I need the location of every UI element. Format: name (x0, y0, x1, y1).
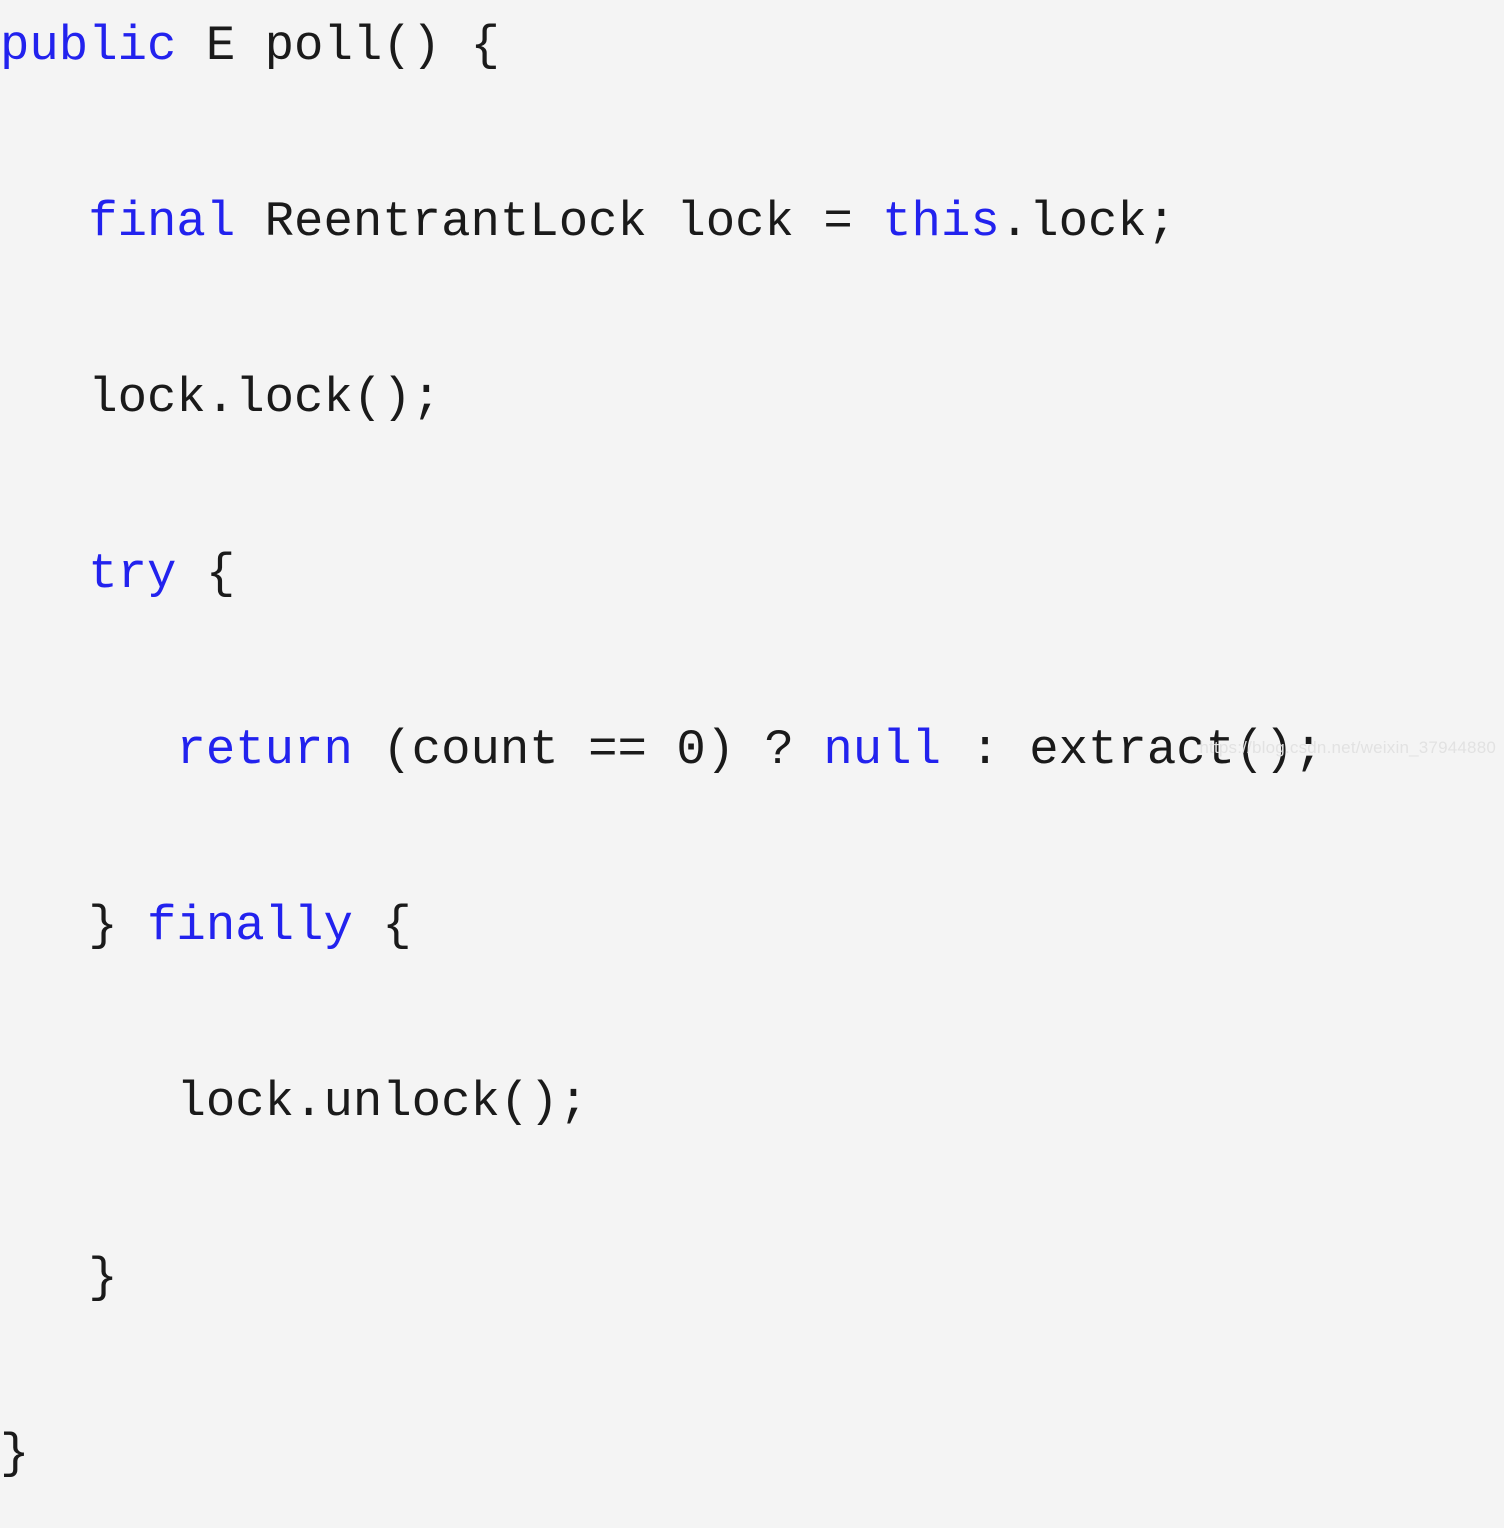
code-keyword-token: finally (147, 898, 353, 954)
code-plain-token: { (176, 546, 236, 602)
code-keyword-token: null (823, 722, 941, 778)
code-block: public E poll() { final ReentrantLock lo… (0, 0, 1323, 1528)
code-plain-token: lock.lock(); (88, 370, 442, 426)
code-line: final ReentrantLock lock = this.lock; (0, 178, 1323, 266)
code-screenshot-figure: public E poll() { final ReentrantLock lo… (0, 0, 1504, 1482)
code-line: lock.lock(); (0, 354, 1323, 442)
code-plain-token: } (88, 1250, 118, 1306)
code-line: public E poll() { (0, 2, 1323, 90)
code-line: try { (0, 530, 1323, 618)
code-keyword-token: return (176, 722, 353, 778)
watermark-text: https://blog.csdn.net/weixin_37944880 (1199, 738, 1496, 757)
code-plain-token: E poll() { (176, 18, 500, 74)
code-line: } (0, 1410, 1323, 1498)
code-plain-token: lock.unlock(); (176, 1074, 589, 1130)
code-plain-token: { (352, 898, 412, 954)
code-keyword-token: final (88, 194, 236, 250)
code-plain-token: (count == 0) ? (352, 722, 824, 778)
code-line: } finally { (0, 882, 1323, 970)
code-line: } (0, 1234, 1323, 1322)
code-line: lock.unlock(); (0, 1058, 1323, 1146)
code-line: return (count == 0) ? null : extract(); (0, 706, 1323, 794)
code-plain-token: .lock; (999, 194, 1177, 250)
code-plain-token: } (88, 898, 148, 954)
code-plain-token: } (0, 1426, 30, 1482)
code-keyword-token: this (882, 194, 1000, 250)
code-plain-token: ReentrantLock lock = (235, 194, 883, 250)
code-keyword-token: public (0, 18, 177, 74)
code-keyword-token: try (88, 546, 177, 602)
